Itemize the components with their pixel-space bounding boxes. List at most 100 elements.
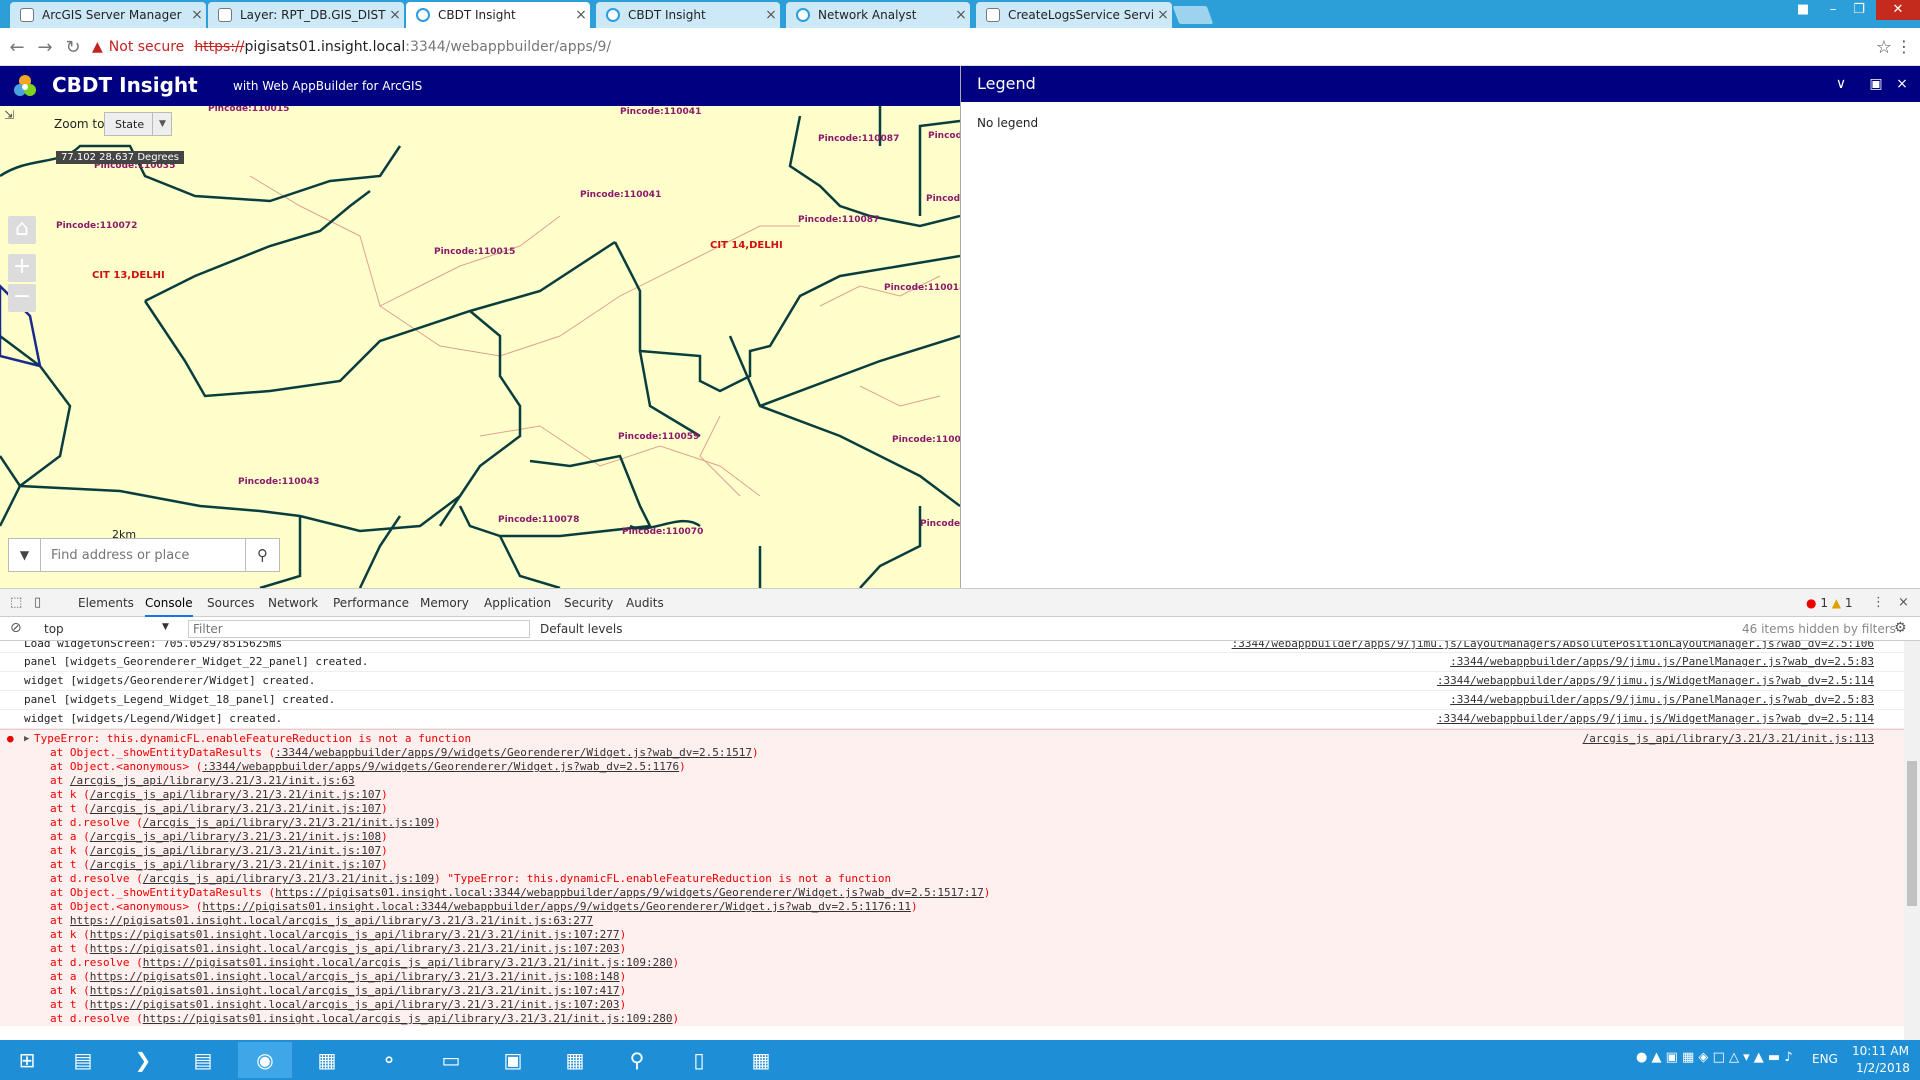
context-select[interactable]: top xyxy=(44,622,64,636)
clock-time[interactable]: 10:11 AM xyxy=(1852,1044,1909,1058)
tab-performance[interactable]: Performance xyxy=(333,596,409,610)
inspect-icon[interactable]: ⬚ xyxy=(10,595,22,610)
network-icon[interactable]: ▦ xyxy=(300,1042,354,1078)
stack-frame-link[interactable]: https://pigisats01.insight.local/arcgis_… xyxy=(90,970,620,983)
console-filter-input[interactable] xyxy=(188,620,530,638)
stack-frame-link[interactable]: https://pigisats01.insight.local/arcgis_… xyxy=(143,956,673,969)
search-input[interactable] xyxy=(41,539,245,571)
log-levels-dropdown[interactable]: Default levels xyxy=(540,622,622,636)
scrollbar-thumb[interactable] xyxy=(1907,761,1917,906)
stack-frame-link[interactable]: /arcgis_js_api/library/3.21/3.21/init.js… xyxy=(90,830,381,843)
reload-icon[interactable]: ↻ xyxy=(62,37,84,58)
devtools-menu-icon[interactable]: ⋮ xyxy=(1872,595,1885,610)
collapse-icon[interactable]: ∨ xyxy=(1832,76,1850,92)
stack-frame-link[interactable]: https://pigisats01.insight.local:3344/we… xyxy=(275,886,984,899)
file-explorer-icon[interactable]: ▤ xyxy=(176,1042,230,1078)
not-secure-label[interactable]: Not secure xyxy=(109,39,185,55)
log-source-link[interactable]: :3344/webappbuilder/apps/9/jimu.js/Panel… xyxy=(1450,653,1874,671)
url-input[interactable]: ▲ Not secure https:// pigisats01.insight… xyxy=(92,34,1892,60)
archive-app-icon[interactable]: ▣ xyxy=(486,1042,540,1078)
expand-triangle-icon[interactable]: ▶ xyxy=(24,732,29,746)
search-icon[interactable]: ⚲ xyxy=(245,539,279,571)
back-icon[interactable]: ← xyxy=(6,37,28,58)
maximize-icon[interactable]: ▣ xyxy=(1867,76,1885,92)
close-icon[interactable]: × xyxy=(1154,7,1172,23)
new-tab-button[interactable] xyxy=(1172,6,1214,24)
menu-icon[interactable]: ⋮ xyxy=(1896,37,1912,56)
zoom-out-button[interactable]: − xyxy=(8,284,36,312)
stack-frame-link[interactable]: /arcgis_js_api/library/3.21/3.21/init.js… xyxy=(90,788,381,801)
clock-date[interactable]: 1/2/2018 xyxy=(1856,1061,1910,1075)
internet-explorer-icon[interactable]: ⚬ xyxy=(362,1042,416,1078)
forward-icon[interactable]: → xyxy=(34,37,56,58)
stack-frame-link[interactable]: /arcgis_js_api/library/3.21/3.21/init.js… xyxy=(90,844,381,857)
close-icon[interactable]: × xyxy=(952,7,970,23)
expand-icon[interactable]: ⇲ xyxy=(4,108,14,122)
error-source-link[interactable]: /arcgis_js_api/library/3.21/3.21/init.js… xyxy=(1583,732,1874,746)
restore-icon[interactable]: ❐ xyxy=(1846,0,1872,20)
close-icon[interactable]: × xyxy=(188,7,206,23)
tab-memory[interactable]: Memory xyxy=(420,596,469,610)
arcmap-icon[interactable]: ▦ xyxy=(734,1042,788,1078)
log-source-link[interactable]: :3344/webappbuilder/apps/9/jimu.js/Widge… xyxy=(1437,672,1874,690)
tab-console[interactable]: Console xyxy=(145,596,193,617)
close-icon[interactable]: × xyxy=(386,7,404,23)
tab-layer[interactable]: Layer: RPT_DB.GIS_DISTR × xyxy=(208,2,404,28)
stack-frame-link[interactable]: /arcgis_js_api/library/3.21/3.21/init.js… xyxy=(90,802,381,815)
tab-arcgis-server-manager[interactable]: ArcGIS Server Manager × xyxy=(10,2,206,28)
close-icon[interactable]: × xyxy=(1898,595,1909,610)
log-source-link[interactable]: :3344/webappbuilder/apps/9/jimu.js/Layou… xyxy=(1232,641,1874,649)
tab-sources[interactable]: Sources xyxy=(207,596,254,610)
command-prompt-icon[interactable]: ▦ xyxy=(548,1042,602,1078)
stack-frame-link[interactable]: https://pigisats01.insight.local/arcgis_… xyxy=(143,1012,673,1025)
close-icon[interactable]: × xyxy=(762,7,780,23)
stack-frame-link[interactable]: /arcgis_js_api/library/3.21/3.21/init.js… xyxy=(143,816,434,829)
tab-createlogsservice[interactable]: CreateLogsService Servic × xyxy=(976,2,1172,28)
tab-cbdt-insight-active[interactable]: CBDT Insight × xyxy=(406,2,590,28)
stack-frame-link[interactable]: :3344/webappbuilder/apps/9/widgets/Geore… xyxy=(275,746,752,759)
notepad-icon[interactable]: ▯ xyxy=(672,1042,726,1078)
stack-frame-link[interactable]: https://pigisats01.insight.local/arcgis_… xyxy=(90,984,620,997)
search-app-icon[interactable]: ⚲ xyxy=(610,1042,664,1078)
tab-cbdt-insight[interactable]: CBDT Insight × xyxy=(596,2,780,28)
powershell-icon[interactable]: ❯ xyxy=(116,1042,170,1078)
console-output[interactable]: Load widgetOnScreen: 705.0529/8515625ms … xyxy=(0,641,1904,1041)
zoom-in-button[interactable]: + xyxy=(8,254,36,282)
stack-frame-link[interactable]: /arcgis_js_api/library/3.21/3.21/init.js… xyxy=(90,858,381,871)
bookmark-star-icon[interactable]: ☆ xyxy=(1876,37,1892,58)
system-tray[interactable]: ● ▲ ▣ ▦ ◈ □ △ ▾ ▲ ▬ ♪ xyxy=(1636,1050,1793,1065)
home-icon[interactable]: ⌂ xyxy=(8,216,36,244)
search-source-dropdown-icon[interactable]: ▼ xyxy=(9,539,41,571)
minimize-icon[interactable]: – xyxy=(1820,0,1846,20)
clear-console-icon[interactable]: ⊘ xyxy=(10,620,22,636)
map-view[interactable]: Pincode:110015 Pincode:110041 Pincode:11… xyxy=(0,106,960,588)
chrome-icon[interactable]: ◉ xyxy=(238,1042,292,1078)
stack-frame-link[interactable]: https://pigisats01.insight.local/arcgis_… xyxy=(90,928,620,941)
log-source-link[interactable]: :3344/webappbuilder/apps/9/jimu.js/Widge… xyxy=(1437,710,1874,728)
gear-icon[interactable]: ⚙ xyxy=(1894,620,1907,636)
tab-application[interactable]: Application xyxy=(484,596,551,610)
device-toggle-icon[interactable]: ▯ xyxy=(34,595,41,610)
server-manager-icon[interactable]: ▤ xyxy=(56,1042,110,1078)
stack-frame-link[interactable]: /arcgis_js_api/library/3.21/3.21/init.js… xyxy=(70,774,355,787)
stack-frame-link[interactable]: https://pigisats01.insight.local/arcgis_… xyxy=(90,998,620,1011)
close-icon[interactable]: × xyxy=(1893,76,1911,92)
user-icon[interactable]: ■ xyxy=(1790,0,1816,20)
chart-app-icon[interactable]: ▭ xyxy=(424,1042,478,1078)
stack-frame-link[interactable]: https://pigisats01.insight.local/arcgis_… xyxy=(70,914,593,927)
language-indicator[interactable]: ENG xyxy=(1812,1052,1838,1066)
stack-frame-link[interactable]: https://pigisats01.insight.local:3344/we… xyxy=(202,900,911,913)
tab-elements[interactable]: Elements xyxy=(78,596,134,610)
stack-frame-link[interactable]: :3344/webappbuilder/apps/9/widgets/Geore… xyxy=(202,760,679,773)
log-source-link[interactable]: :3344/webappbuilder/apps/9/jimu.js/Panel… xyxy=(1450,691,1874,709)
console-scrollbar[interactable] xyxy=(1904,641,1920,1041)
chevron-down-icon[interactable]: ▼ xyxy=(152,112,172,136)
issue-counts[interactable]: ● 1 ▲ 1 xyxy=(1806,596,1852,610)
tab-security[interactable]: Security xyxy=(564,596,613,610)
close-icon[interactable]: × xyxy=(572,7,590,23)
error-header[interactable]: ● ▶ TypeError: this.dynamicFL.enableFeat… xyxy=(0,732,1904,746)
stack-frame-link[interactable]: https://pigisats01.insight.local/arcgis_… xyxy=(90,942,620,955)
chevron-down-icon[interactable]: ▼ xyxy=(162,622,169,632)
window-close-icon[interactable]: ✕ xyxy=(1876,0,1920,20)
windows-start-icon[interactable]: ⊞ xyxy=(0,1042,54,1078)
